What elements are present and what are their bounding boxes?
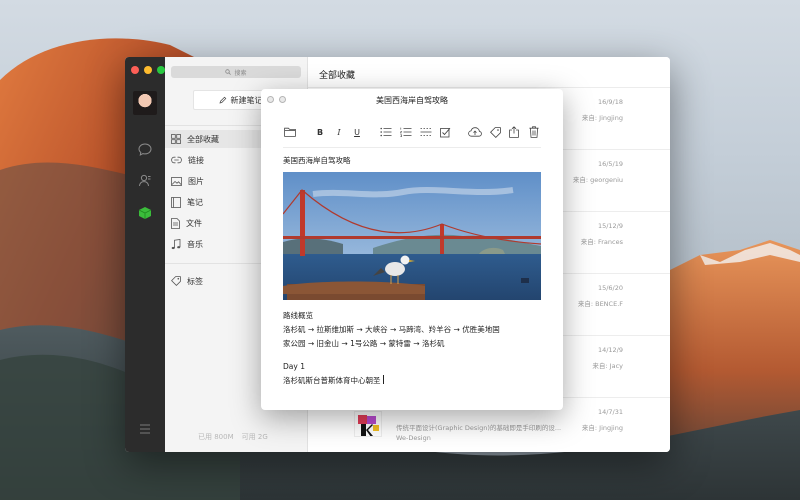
note-photo[interactable] bbox=[283, 172, 541, 300]
item-thumbnail bbox=[354, 411, 382, 437]
storage-available: 可用 2G bbox=[241, 433, 268, 441]
text-cursor bbox=[382, 375, 384, 384]
sidebar-item-label: 链接 bbox=[188, 155, 204, 165]
item-source: 来自: BENCE.F bbox=[577, 300, 623, 308]
item-date: 14/12/9 bbox=[597, 346, 623, 354]
item-description: 传统平面设计(Graphic Design)的基础即是手印刷的设... bbox=[396, 424, 562, 432]
trash-icon[interactable] bbox=[528, 125, 540, 139]
close-window-button[interactable] bbox=[131, 66, 139, 74]
folder-icon[interactable] bbox=[283, 125, 297, 139]
sidebar-item-label: 图片 bbox=[188, 176, 204, 186]
zoom-window-button[interactable] bbox=[157, 66, 165, 74]
list-title: 全部收藏 bbox=[319, 71, 356, 81]
tag-icon[interactable] bbox=[489, 125, 501, 139]
sidebar-item-label: 笔记 bbox=[187, 197, 203, 207]
note-editor-window: 美国西海岸自驾攻略 B I U 美国西海岸自驾攻略 路线概览 洛杉矶 → 拉斯维… bbox=[261, 89, 563, 410]
app-nav-strip bbox=[125, 57, 165, 452]
item-source-line: We-Design bbox=[396, 434, 431, 442]
window-controls bbox=[131, 66, 165, 74]
route-line-1[interactable]: 洛杉矶 → 拉斯维加斯 → 大峡谷 → 马蹄湾、羚羊谷 → 优胜美地国 bbox=[283, 324, 500, 335]
contacts-icon[interactable] bbox=[137, 172, 153, 188]
search-input[interactable]: 搜索 bbox=[171, 66, 301, 78]
item-source: 来自: Jacy bbox=[592, 362, 623, 370]
item-source: 来自: Jingjing bbox=[581, 114, 623, 122]
minimize-window-button[interactable] bbox=[144, 66, 152, 74]
share-icon[interactable] bbox=[508, 125, 520, 139]
grid-icon bbox=[171, 134, 181, 144]
note-heading[interactable]: 美国西海岸自驾攻略 bbox=[283, 155, 351, 166]
chat-icon[interactable] bbox=[137, 141, 153, 157]
day-text-line[interactable]: 洛杉矶斯台普斯体育中心朝圣 bbox=[283, 375, 384, 386]
golden-gate-photo bbox=[283, 172, 541, 300]
item-source: 来自: Jingjing bbox=[581, 424, 623, 432]
bullet-list-icon[interactable] bbox=[379, 125, 393, 139]
sidebar-item-label: 全部收藏 bbox=[187, 134, 219, 144]
cloud-upload-icon[interactable] bbox=[467, 125, 483, 139]
sidebar-item-label: 标签 bbox=[187, 276, 203, 286]
storage-used: 已用 800M bbox=[198, 433, 234, 441]
item-date: 16/9/18 bbox=[597, 98, 623, 106]
file-icon bbox=[171, 217, 180, 229]
search-placeholder: 搜索 bbox=[234, 69, 247, 77]
item-date: 16/5/19 bbox=[597, 160, 623, 168]
sidebar-item-label: 文件 bbox=[186, 218, 202, 228]
link-icon bbox=[171, 156, 182, 164]
item-source: 来自: Frances bbox=[580, 238, 623, 246]
item-date: 14/7/31 bbox=[597, 408, 623, 416]
sidebar-item-label: 音乐 bbox=[187, 239, 203, 249]
image-icon bbox=[171, 176, 182, 186]
day-text: 洛杉矶斯台普斯体育中心朝圣 bbox=[283, 376, 381, 385]
divider-line-icon[interactable] bbox=[419, 125, 433, 139]
item-date: 15/12/9 bbox=[597, 222, 623, 230]
route-line-2[interactable]: 家公园 → 旧金山 → 1号公路 → 蒙特雷 → 洛杉矶 bbox=[283, 338, 444, 349]
editor-title: 美国西海岸自驾攻略 bbox=[376, 95, 448, 105]
italic-button[interactable]: I bbox=[334, 125, 344, 139]
numbered-list-icon[interactable] bbox=[399, 125, 413, 139]
route-title[interactable]: 路线概览 bbox=[283, 310, 313, 321]
new-note-label: 新建笔记 bbox=[230, 95, 263, 105]
checkbox-icon[interactable] bbox=[438, 125, 452, 139]
tag-icon bbox=[171, 276, 181, 286]
toolbar-divider bbox=[283, 147, 541, 148]
item-date: 15/6/20 bbox=[597, 284, 623, 292]
day-label[interactable]: Day 1 bbox=[283, 362, 305, 371]
menu-icon[interactable] bbox=[137, 421, 153, 437]
storage-info: 已用 800M 可用 2G bbox=[198, 432, 268, 442]
pencil-icon bbox=[218, 96, 226, 104]
search-icon bbox=[225, 69, 232, 75]
notebook-icon bbox=[171, 196, 181, 208]
favorites-cube-icon[interactable] bbox=[137, 205, 153, 221]
item-source: 来自: georgeniu bbox=[572, 176, 623, 184]
music-icon bbox=[171, 238, 181, 249]
avatar[interactable] bbox=[133, 91, 157, 115]
underline-button[interactable]: U bbox=[352, 125, 362, 139]
bold-button[interactable]: B bbox=[315, 125, 325, 139]
